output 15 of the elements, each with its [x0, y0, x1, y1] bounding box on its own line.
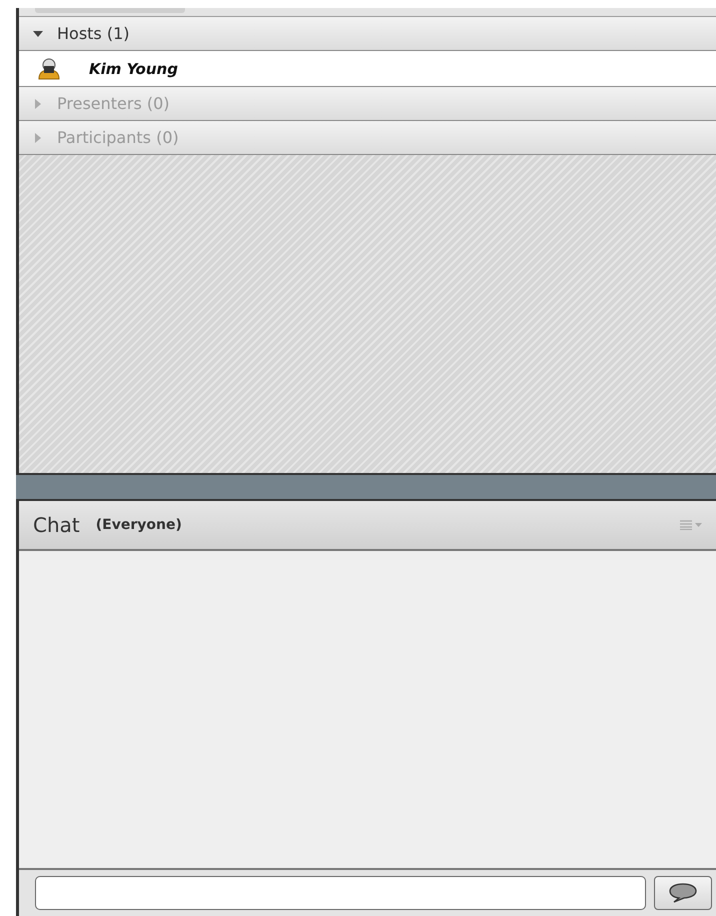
chat-audience: (Everyone) — [96, 517, 182, 533]
speech-bubble-icon — [667, 882, 699, 904]
expand-icon — [33, 98, 43, 108]
chat-title: Chat — [33, 513, 80, 537]
group-label: Hosts (1) — [57, 24, 130, 43]
host-user-icon — [37, 58, 61, 80]
group-header[interactable]: Hosts (1) — [19, 17, 716, 51]
group-label: Participants (0) — [57, 128, 179, 147]
send-button[interactable] — [654, 876, 712, 910]
attendee-row[interactable]: Kim Young — [19, 51, 716, 87]
expand-icon — [33, 132, 43, 142]
collapse-icon — [33, 30, 43, 38]
attendee-name: Kim Young — [89, 60, 178, 78]
message-input-field[interactable] — [35, 876, 646, 910]
group-label: Presenters (0) — [57, 94, 170, 113]
